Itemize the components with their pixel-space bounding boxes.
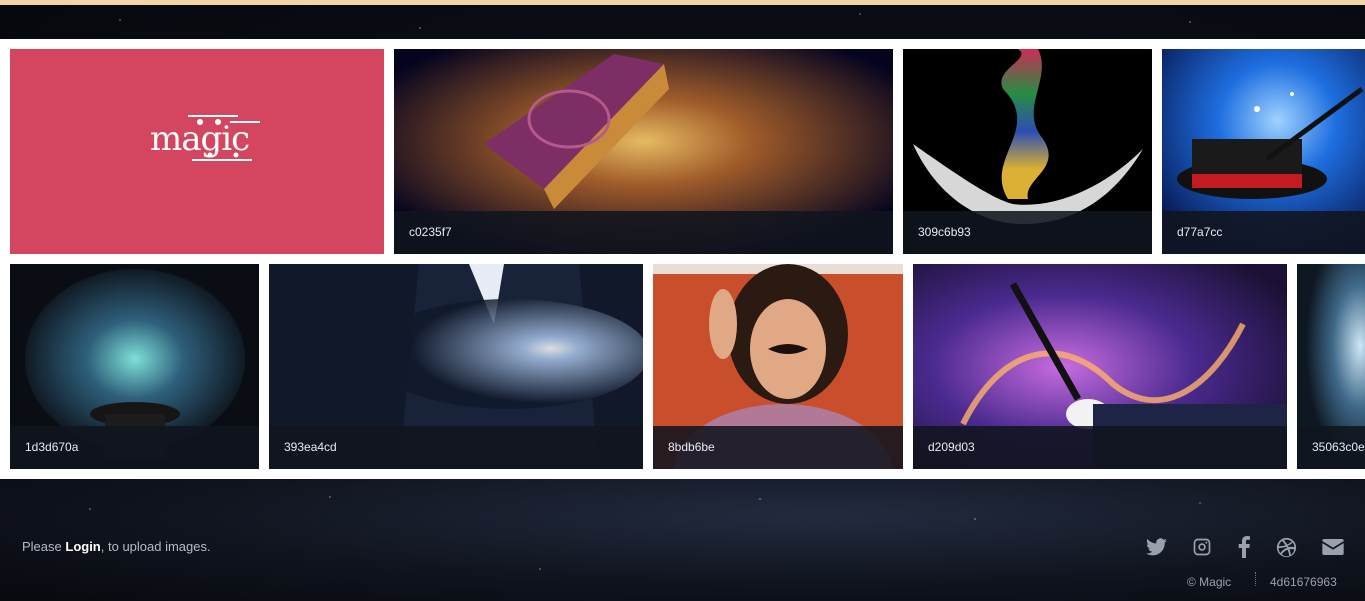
image-gallery: magic c0235f7 309c6b93 d77a7cc 1d3d670a … (0, 39, 1365, 479)
copyright: © Magic (1187, 575, 1232, 589)
build-id: 4d61676963 (1270, 575, 1337, 589)
gallery-tile[interactable]: 309c6b93 (903, 49, 1152, 254)
tile-caption: 8bdb6be (653, 426, 903, 469)
gallery-tile[interactable]: d77a7cc (1162, 49, 1365, 254)
top-accent-strip (0, 0, 1365, 5)
mail-icon[interactable] (1322, 536, 1344, 558)
gallery-tile[interactable]: 1d3d670a (10, 264, 259, 469)
gallery-tile[interactable]: 393ea4cd (269, 264, 643, 469)
login-link[interactable]: Login (65, 539, 100, 554)
gallery-tile[interactable]: 8bdb6be (653, 264, 903, 469)
facebook-icon[interactable] (1236, 536, 1252, 558)
tile-caption: 309c6b93 (903, 211, 1152, 254)
upload-note: Please Login, to upload images. (22, 539, 211, 554)
footer: Please Login, to upload images. © Magic … (0, 479, 1365, 601)
dribbble-icon[interactable] (1275, 536, 1297, 558)
footer-divider (1255, 572, 1256, 586)
tile-caption: d209d03 (913, 426, 1287, 469)
logo-text: magic (150, 119, 250, 159)
upload-prefix: Please (22, 539, 66, 554)
twitter-icon[interactable] (1145, 536, 1167, 558)
gallery-tile[interactable]: d209d03 (913, 264, 1287, 469)
tile-caption: 393ea4cd (269, 426, 643, 469)
gallery-tile[interactable]: 35063c0e (1297, 264, 1365, 469)
magic-logo-tile[interactable]: magic (10, 49, 384, 254)
tile-caption: c0235f7 (394, 211, 893, 254)
tile-caption: d77a7cc (1162, 211, 1365, 254)
instagram-icon[interactable] (1191, 536, 1213, 558)
upload-suffix: , to upload images. (100, 539, 211, 554)
gallery-tile[interactable]: c0235f7 (394, 49, 893, 254)
tile-caption: 35063c0e (1297, 426, 1365, 469)
tile-caption: 1d3d670a (10, 426, 259, 469)
